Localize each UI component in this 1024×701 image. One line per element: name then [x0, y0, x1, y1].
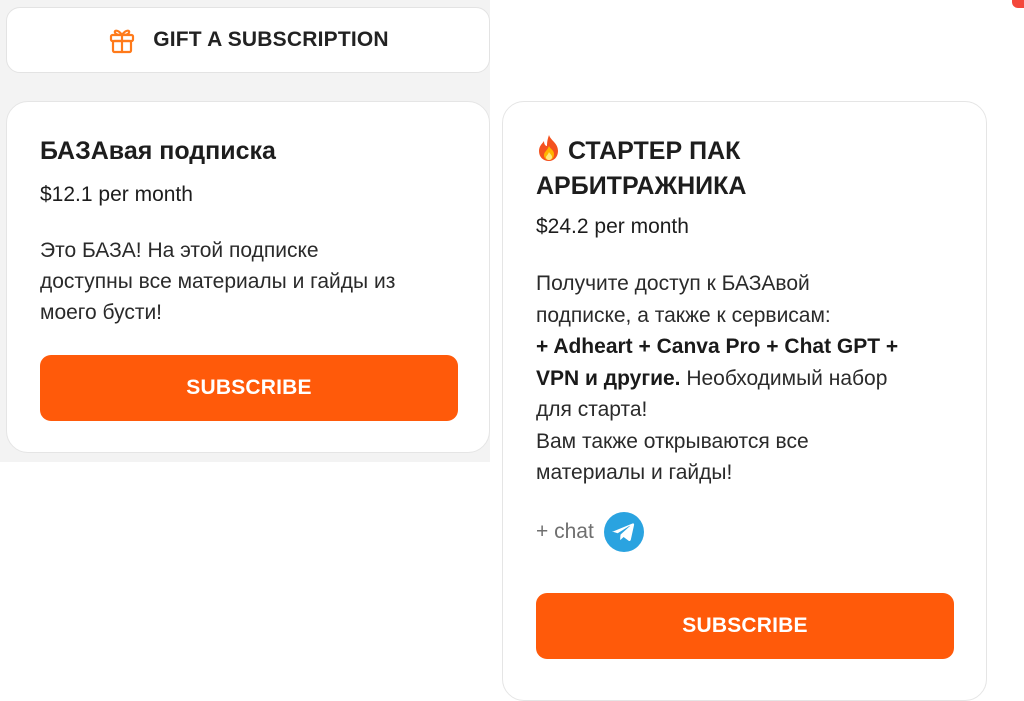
tier-description-line: подписке, а также к сервисам:: [536, 303, 831, 327]
tier-card-basic: БАЗАвая подписка $12.1 per month Это БАЗ…: [6, 101, 490, 453]
gift-subscription-label: GIFT A SUBSCRIPTION: [153, 28, 389, 51]
tier-description-line: + Adheart + Canva Pro + Chat GPT +: [536, 331, 898, 363]
subscribe-button[interactable]: SUBSCRIBE: [536, 593, 954, 659]
tier-description-line: моего бусти!: [40, 301, 163, 324]
chat-bonus: + chat: [536, 512, 644, 552]
tier-title: БАЗАвая подписка: [40, 137, 276, 165]
tier-description-line: VPN и другие. Необходимый набор: [536, 363, 898, 395]
tier-title: СТАРТЕР ПАК АРБИТРАЖНИКА: [536, 134, 746, 202]
gift-icon: [107, 25, 137, 55]
subscribe-button-label: SUBSCRIBE: [682, 614, 808, 637]
tier-description: Получите доступ к БАЗАвой подписке, а та…: [536, 268, 898, 489]
subscribe-button[interactable]: SUBSCRIBE: [40, 355, 458, 421]
tier-description-line: материалы и гайды!: [536, 461, 733, 484]
tier-price: $12.1 per month: [40, 183, 193, 206]
tier-description-text: Необходимый набор: [680, 366, 888, 390]
tier-description-services: VPN и другие.: [536, 366, 681, 390]
subscribe-button-label: SUBSCRIBE: [186, 376, 312, 399]
fire-icon: [536, 134, 562, 170]
chat-label: + chat: [536, 520, 594, 543]
tier-title-line: АРБИТРАЖНИКА: [536, 172, 747, 200]
gift-subscription-button[interactable]: GIFT A SUBSCRIPTION: [6, 7, 490, 73]
tier-description-line: доступны все материалы и гайды из: [40, 270, 396, 293]
tier-description: Это БАЗА! На этой подписке доступны все …: [40, 235, 395, 328]
tier-description-line: Это БАЗА! На этой подписке: [40, 239, 319, 262]
tier-description-line: Вам также открываются все: [536, 429, 809, 453]
telegram-icon[interactable]: [603, 512, 644, 552]
tier-description-line: Получите доступ к БАЗАвой: [536, 272, 810, 295]
tier-description-services: + Adheart + Canva Pro + Chat GPT +: [536, 335, 899, 358]
corner-accent: [1012, 0, 1024, 8]
tier-title-line: СТАРТЕР ПАК: [568, 137, 741, 165]
tier-price: $24.2 per month: [536, 215, 689, 238]
tier-card-starter: СТАРТЕР ПАК АРБИТРАЖНИКА $24.2 per month…: [502, 101, 987, 701]
tier-description-line: для старта!: [536, 398, 648, 421]
